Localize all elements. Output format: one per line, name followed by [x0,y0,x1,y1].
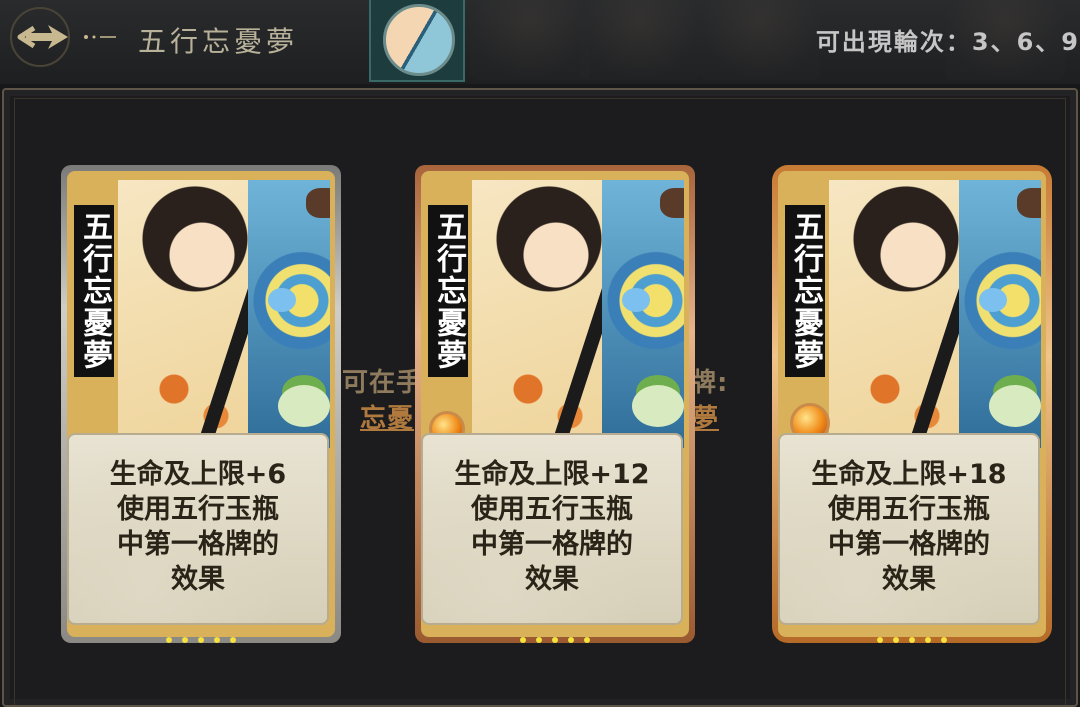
leaf-sprite [278,385,330,427]
effect-line: 生命及上限+6 [109,459,287,490]
card-silver[interactable]: 五行忘憂夢 生命及上限+6 使用五行玉瓶 中第一格牌的 效果 [61,165,341,643]
background-tab [700,0,820,80]
level-dots [415,628,695,647]
top-bar: 五行忘憂夢 可出現輪次：3、6、9 [0,0,1080,84]
card-art [472,180,684,448]
avatar-image [383,4,455,76]
leaf-sprite [989,385,1041,427]
background-tab [580,0,700,80]
effect-line: 中第一格牌的 [471,529,633,560]
card-name: 五行忘憂夢 [785,205,825,377]
effect-line: 生命及上限+12 [454,459,650,490]
effect-line: 效果 [171,564,225,595]
card-bronze[interactable]: 五行忘憂夢 生命及上限+12 使用五行玉瓶 中第一格牌的 效果 [415,165,695,643]
card-art [118,180,330,448]
hidden-text-right: 牌: [690,368,729,398]
card-description: 生命及上限+6 使用五行玉瓶 中第一格牌的 效果 [67,433,329,625]
hidden-text-left: 可在手 [342,368,424,398]
background-tab [470,0,590,80]
level-dots [61,628,341,647]
appear-rounds-label: 可出現輪次：3、6、9 [815,28,1080,56]
card-description: 生命及上限+18 使用五行玉瓶 中第一格牌的 效果 [778,433,1040,625]
effect-line: 使用五行玉瓶 [117,494,279,525]
ox-sprite [306,188,330,218]
back-button[interactable] [6,6,116,68]
character-portrait [472,180,612,448]
effect-line: 效果 [525,564,579,595]
back-arrow-icon [10,7,116,67]
card-gold[interactable]: 五行忘憂夢 生命及上限+18 使用五行玉瓶 中第一格牌的 效果 [772,165,1052,643]
hidden-link-left[interactable]: 忘憂 [360,398,414,435]
spirit-sprite [979,288,1007,312]
effect-line: 使用五行玉瓶 [471,494,633,525]
effect-line: 中第一格牌的 [117,529,279,560]
character-portrait [118,180,258,448]
card-art [829,180,1041,448]
spirit-sprite [268,288,296,312]
ox-sprite [1017,188,1041,218]
effect-line: 中第一格牌的 [828,529,990,560]
leaf-sprite [632,385,684,427]
ox-sprite [660,188,684,218]
effect-line: 生命及上限+18 [811,459,1007,490]
card-description: 生命及上限+12 使用五行玉瓶 中第一格牌的 效果 [421,433,683,625]
card-avatar-tab[interactable] [369,0,465,82]
card-name: 五行忘憂夢 [74,205,114,377]
card-name: 五行忘憂夢 [428,205,468,377]
hidden-link-right[interactable]: 夢 [692,398,719,435]
spirit-sprite [622,288,650,312]
character-portrait [829,180,969,448]
level-dots [772,628,1052,647]
effect-line: 使用五行玉瓶 [828,494,990,525]
page-title: 五行忘憂夢 [138,25,299,58]
effect-line: 效果 [882,564,936,595]
